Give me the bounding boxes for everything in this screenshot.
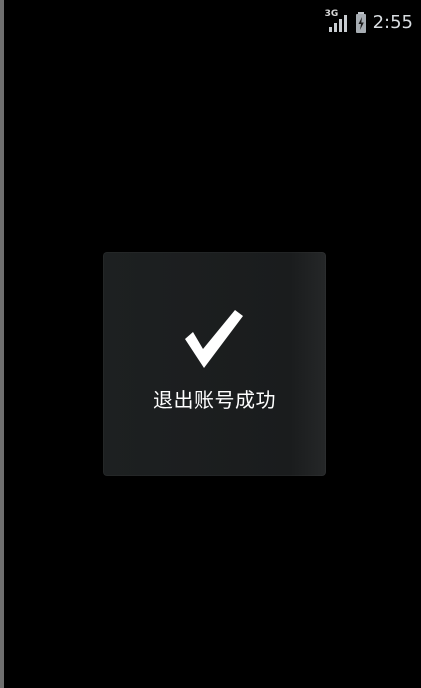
signal-3g-icon: 3G: [324, 9, 349, 34]
status-time: 2:55: [372, 12, 413, 33]
battery-charging-icon: [355, 12, 367, 34]
success-toast: 退出账号成功: [103, 252, 326, 476]
check-icon: [185, 310, 243, 368]
screen-left-edge: [0, 0, 4, 688]
status-bar-right: 3G 2:55: [324, 9, 413, 36]
toast-message: 退出账号成功: [153, 388, 276, 412]
status-bar: 3G 2:55: [4, 0, 421, 44]
network-type-label: 3G: [324, 9, 339, 19]
